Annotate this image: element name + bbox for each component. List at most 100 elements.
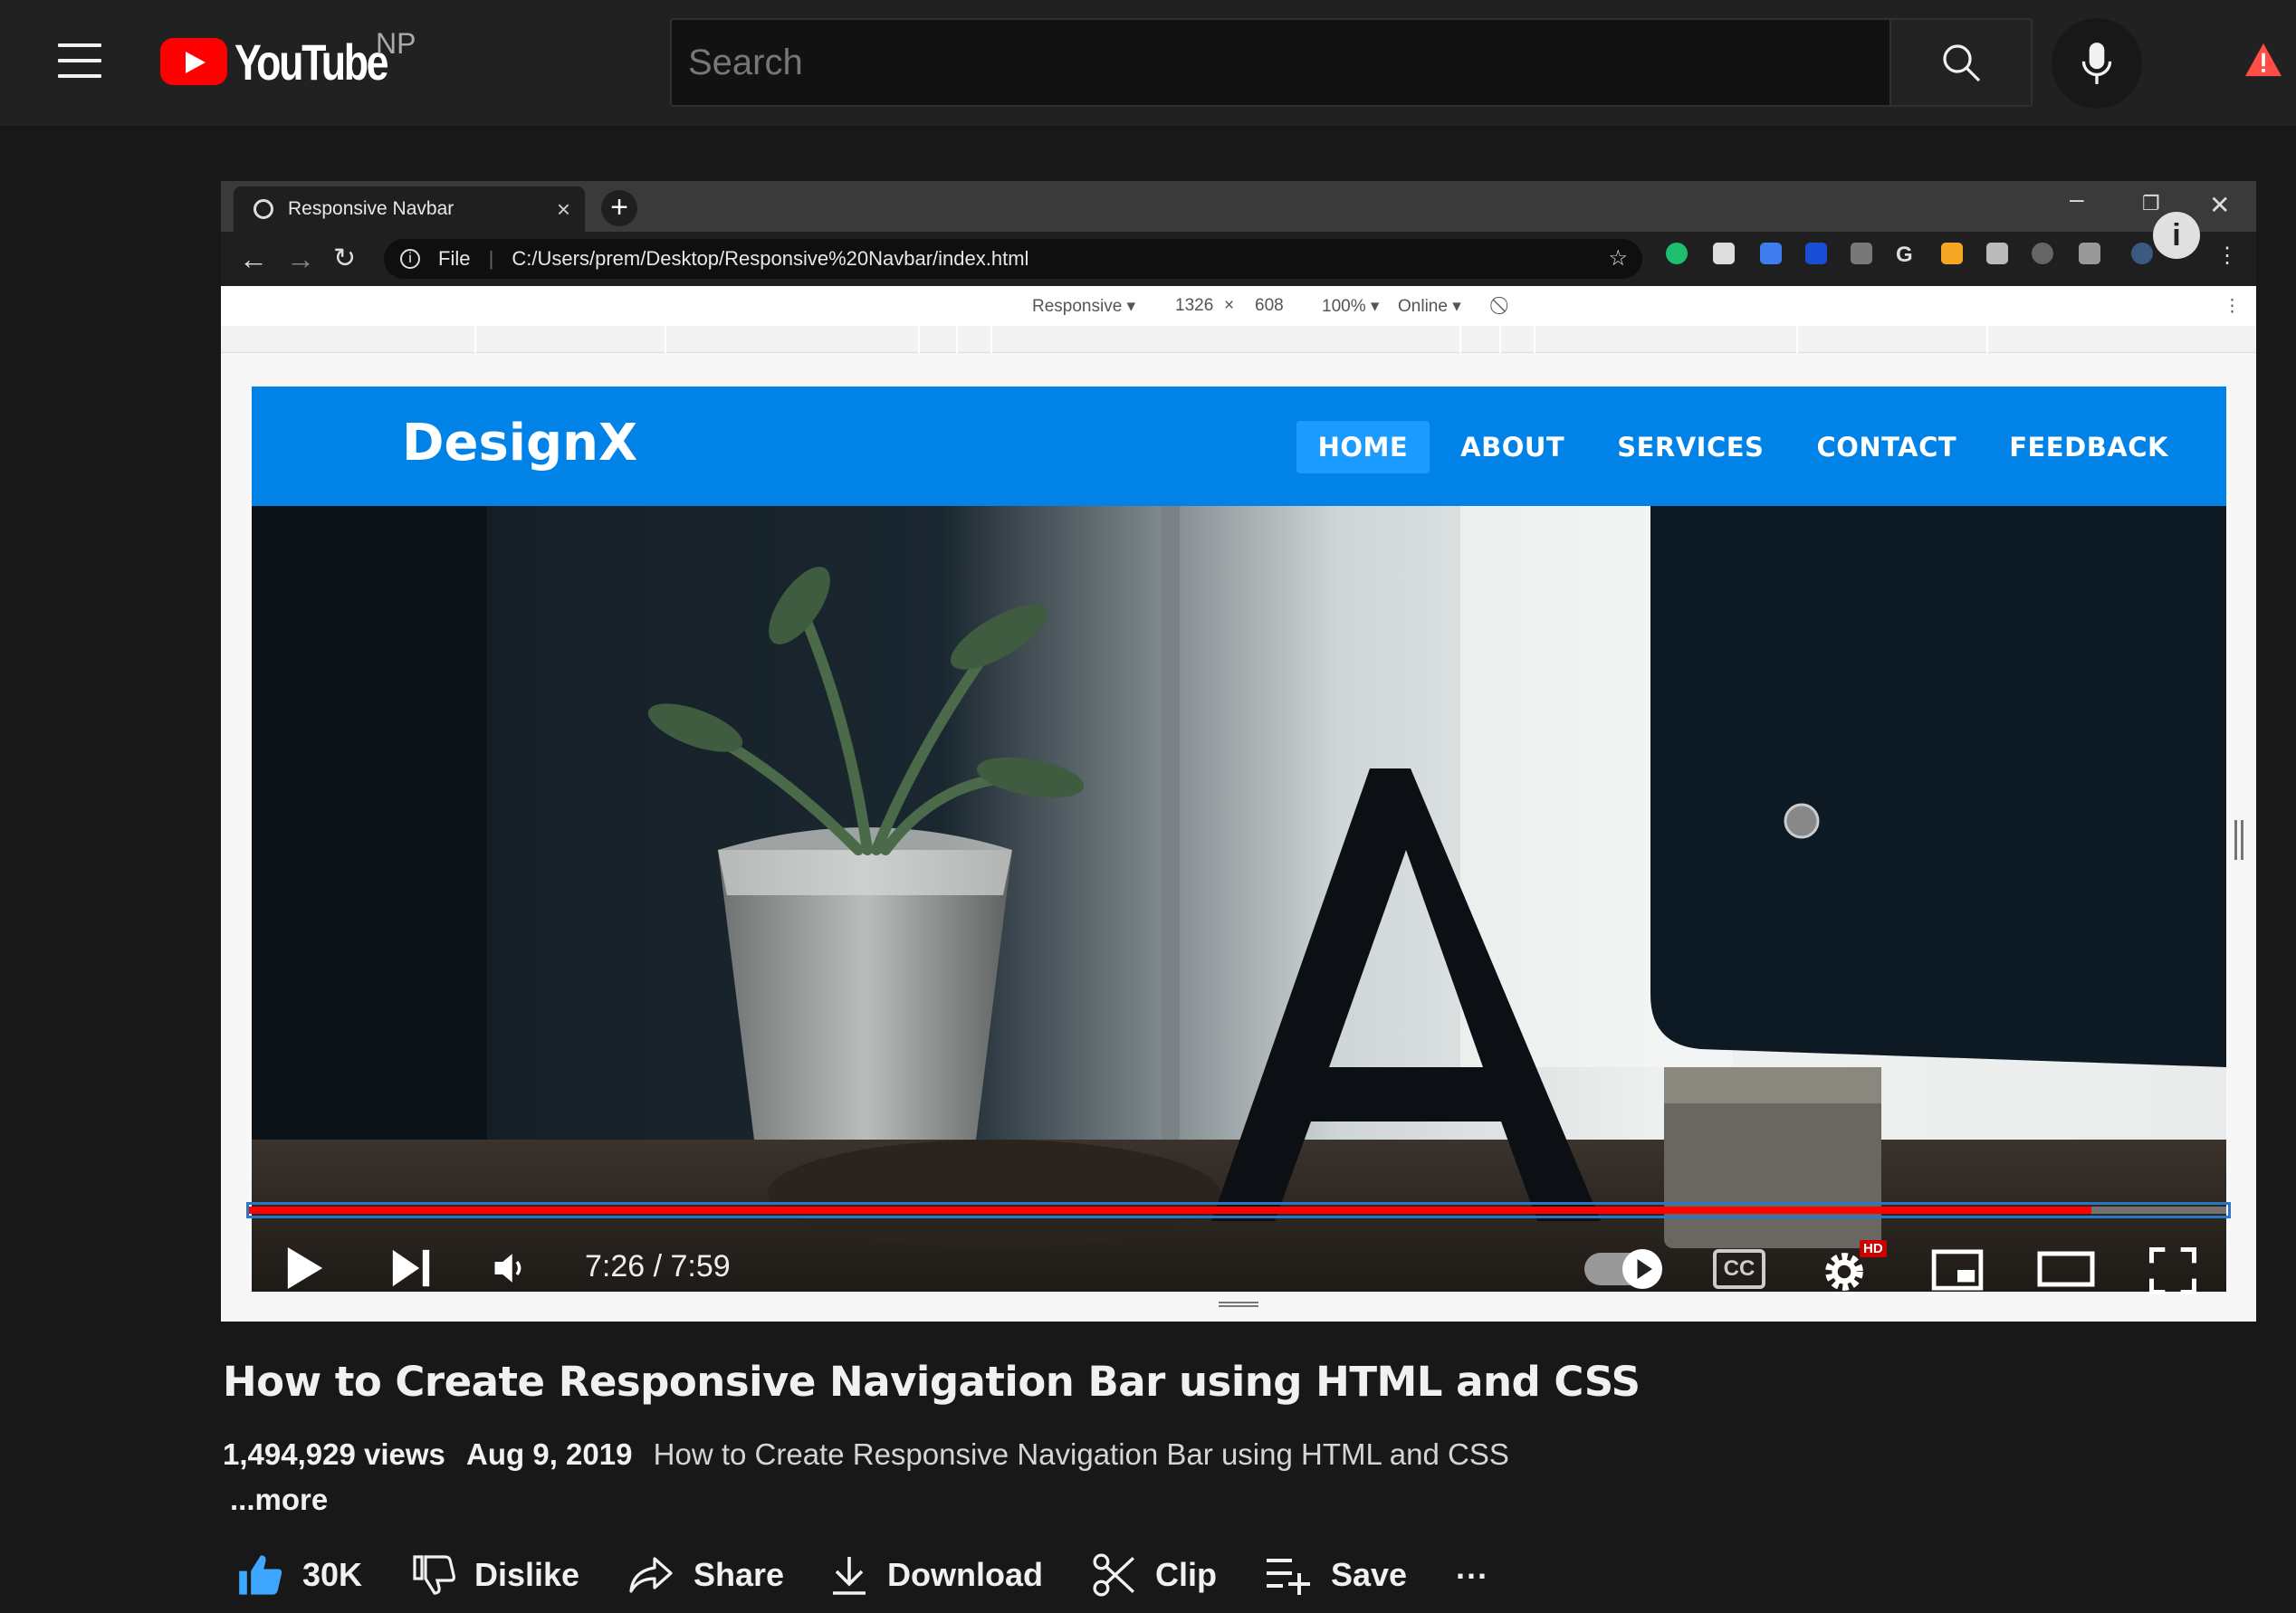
url-field: i File | C:/Users/prem/Desktop/Responsiv… bbox=[384, 239, 1642, 279]
masthead: YouTube NP bbox=[0, 0, 2296, 126]
info-circle-icon[interactable]: i bbox=[2153, 212, 2200, 259]
device-mode: Responsive ▾ bbox=[1032, 297, 1136, 316]
video-title: How to Create Responsive Navigation Bar … bbox=[223, 1358, 1641, 1406]
share-button[interactable]: Share bbox=[627, 1548, 784, 1602]
view-count: 1,494,929 views bbox=[223, 1437, 445, 1471]
thumbs-up-icon bbox=[239, 1555, 282, 1595]
network-throttle: Online ▾ bbox=[1398, 297, 1461, 316]
logo-text: YouTube bbox=[234, 33, 389, 91]
reload-icon: ↻ bbox=[333, 243, 357, 273]
pen-extension-icon bbox=[1760, 243, 1782, 264]
site-menu-feedback: FEEDBACK bbox=[2009, 432, 2168, 463]
country-code: NP bbox=[376, 27, 416, 60]
shield-extension-icon bbox=[1713, 243, 1735, 264]
thumbs-down-icon bbox=[413, 1555, 455, 1595]
captions-button[interactable]: CC bbox=[1713, 1249, 1765, 1289]
site-menu-services: SERVICES bbox=[1617, 432, 1765, 463]
url-text: C:/Users/prem/Desktop/Responsive%20Navba… bbox=[512, 247, 1029, 270]
more-actions-button[interactable]: ... bbox=[1456, 1541, 1488, 1595]
progress-bar[interactable] bbox=[249, 1207, 2228, 1214]
search-input[interactable] bbox=[670, 18, 1889, 107]
devtools-more-icon: ⋮ bbox=[2224, 297, 2241, 316]
google-extension-icon: G bbox=[1896, 243, 1913, 267]
menu-icon[interactable] bbox=[58, 43, 101, 78]
play-icon[interactable] bbox=[284, 1246, 326, 1291]
viewport-width: 1326 bbox=[1175, 296, 1214, 315]
site-menu: HOME ABOUT SERVICES CONTACT FEEDBACK bbox=[1296, 421, 2190, 473]
sync-extension-icon bbox=[2032, 243, 2053, 264]
back-arrow-icon: ← bbox=[239, 243, 268, 275]
browser-tab-strip: Responsive Navbar × + – ❐ ✕ bbox=[221, 181, 2256, 232]
save-button[interactable]: Save bbox=[1264, 1548, 1407, 1602]
share-arrow-icon bbox=[629, 1557, 673, 1593]
tb-extension-icon bbox=[2079, 243, 2100, 264]
media-query-ruler bbox=[221, 326, 2256, 353]
video-meta: 1,494,929 views Aug 9, 2019 How to Creat… bbox=[223, 1437, 1509, 1472]
video-player[interactable]: Responsive Navbar × + – ❐ ✕ ← → ↻ i File… bbox=[221, 181, 2256, 1322]
site-menu-about: ABOUT bbox=[1460, 432, 1565, 463]
hero-image bbox=[252, 506, 2226, 1292]
upload-date: Aug 9, 2019 bbox=[466, 1437, 633, 1471]
theater-mode-icon[interactable] bbox=[2037, 1251, 2095, 1287]
warning-icon[interactable] bbox=[2243, 42, 2283, 78]
device-toolbar: Responsive ▾ 1326 × 608 100% ▾ Online ▾ … bbox=[221, 286, 2256, 326]
key-extension-icon bbox=[1941, 243, 1963, 264]
search-box bbox=[670, 18, 2033, 107]
clip-button[interactable]: Clip bbox=[1092, 1548, 1217, 1602]
browser-tab-title: Responsive Navbar bbox=[288, 198, 454, 219]
dimension-separator: × bbox=[1224, 296, 1235, 315]
share-label: Share bbox=[694, 1556, 785, 1593]
youtube-play-logo-icon bbox=[160, 38, 227, 85]
like-button[interactable]: 30K bbox=[237, 1548, 362, 1602]
voice-search-button[interactable] bbox=[2052, 18, 2142, 109]
like-count: 30K bbox=[302, 1556, 363, 1593]
description-snippet: How to Create Responsive Navigation Bar … bbox=[653, 1437, 1509, 1471]
kebab-menu-icon: ⋮ bbox=[2216, 243, 2238, 268]
search-button[interactable] bbox=[1889, 18, 2033, 107]
viewport-height: 608 bbox=[1255, 296, 1284, 315]
autoplay-play-icon bbox=[1637, 1259, 1652, 1279]
close-window-icon: ✕ bbox=[2209, 191, 2231, 219]
download-button[interactable]: Download bbox=[829, 1548, 1043, 1602]
browser-tab: Responsive Navbar × bbox=[234, 186, 585, 232]
hd-badge: HD bbox=[1860, 1240, 1887, 1257]
save-playlist-icon bbox=[1267, 1559, 1310, 1595]
download-icon bbox=[833, 1557, 866, 1595]
globe-icon bbox=[254, 199, 273, 219]
profile-icon bbox=[2131, 243, 2153, 264]
microphone-icon bbox=[2081, 43, 2112, 84]
zoom-level: 100% ▾ bbox=[1322, 297, 1380, 316]
clip-label: Clip bbox=[1155, 1556, 1217, 1593]
square-extension-icon bbox=[1805, 243, 1827, 264]
search-icon bbox=[1943, 44, 1981, 82]
show-more-link[interactable]: ...more bbox=[230, 1483, 328, 1517]
new-tab-icon: + bbox=[601, 190, 637, 226]
close-tab-icon: × bbox=[556, 196, 570, 223]
download-label: Download bbox=[887, 1556, 1043, 1593]
resize-grip-icon bbox=[1219, 1302, 1258, 1307]
fullscreen-icon[interactable] bbox=[2149, 1247, 2196, 1294]
miniplayer-icon[interactable] bbox=[1930, 1249, 1985, 1291]
scissors-icon bbox=[1093, 1553, 1134, 1597]
progress-bar-played bbox=[249, 1207, 2092, 1214]
url-scheme: File bbox=[438, 247, 471, 270]
restore-icon: ❐ bbox=[2142, 192, 2160, 215]
site-menu-home: HOME bbox=[1296, 421, 1430, 473]
demo-website: DesignX HOME ABOUT SERVICES CONTACT FEED… bbox=[252, 387, 2226, 1292]
volume-icon[interactable] bbox=[491, 1249, 531, 1287]
autoplay-toggle[interactable] bbox=[1584, 1249, 1662, 1289]
scroll-handle[interactable] bbox=[2234, 820, 2243, 860]
cb-extension-icon bbox=[1851, 243, 1872, 264]
site-menu-contact: CONTACT bbox=[1816, 432, 1957, 463]
info-icon: i bbox=[400, 249, 420, 269]
dislike-label: Dislike bbox=[474, 1556, 580, 1593]
next-video-icon[interactable] bbox=[391, 1247, 431, 1289]
star-icon: ☆ bbox=[1608, 246, 1628, 271]
save-label: Save bbox=[1331, 1556, 1408, 1593]
autoplay-knob bbox=[1622, 1249, 1662, 1289]
dislike-button[interactable]: Dislike bbox=[413, 1548, 579, 1602]
grammarly-extension-icon bbox=[1666, 243, 1688, 264]
time-display: 7:26 / 7:59 bbox=[585, 1249, 731, 1284]
site-navbar: DesignX HOME ABOUT SERVICES CONTACT FEED… bbox=[252, 387, 2226, 506]
forward-arrow-icon: → bbox=[286, 243, 315, 275]
